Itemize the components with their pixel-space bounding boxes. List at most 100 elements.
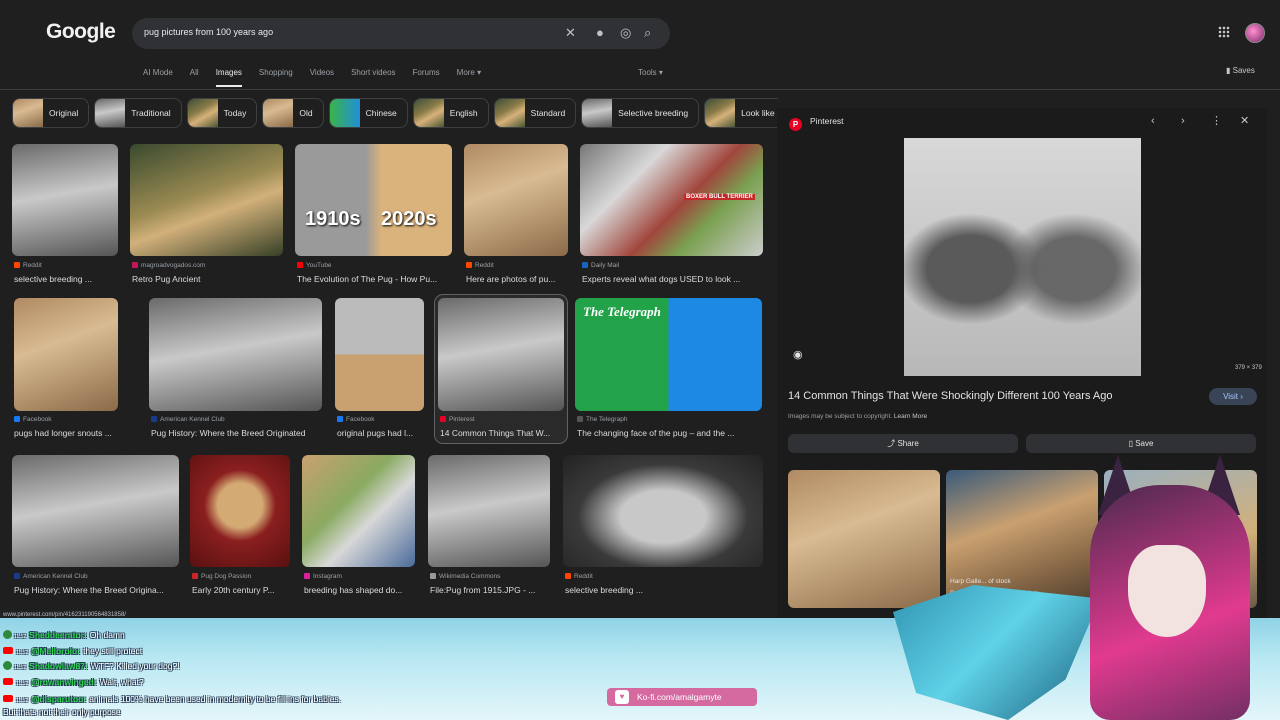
save-label: Save	[1135, 439, 1154, 448]
saves-button[interactable]: ▮ Saves	[1226, 66, 1255, 75]
share-button[interactable]: ⤴ Share	[788, 434, 1018, 453]
previous-icon[interactable]: ‹	[1151, 116, 1155, 127]
tab-images[interactable]: Images	[215, 68, 243, 87]
panel-source[interactable]: P Pinterest	[789, 116, 844, 131]
result-card[interactable]: BOXER BULL TERRIER Daily Mail Experts re…	[580, 144, 763, 286]
telegraph-logo: The Telegraph	[583, 304, 661, 319]
result-source: The Telegraph	[577, 416, 627, 423]
chip-thumbnail	[187, 99, 218, 127]
chip-traditional[interactable]: Traditional	[94, 98, 182, 128]
result-card[interactable]: The Telegraph The Telegraph The changing…	[575, 298, 763, 440]
chat-text: Oh damn	[89, 630, 125, 640]
kofi-cup-icon: ♥	[615, 690, 629, 704]
chip-english[interactable]: English	[412, 98, 489, 128]
tools-button[interactable]: Tools ▾	[638, 68, 663, 77]
tab-more[interactable]: More ▾	[457, 68, 481, 82]
microphone-icon[interactable]: ●	[596, 26, 604, 40]
result-card[interactable]: Pug Dog Passion Early 20th century P...	[190, 455, 292, 597]
result-source: Pug Dog Passion	[192, 573, 251, 580]
visit-button[interactable]: Visit ›	[1209, 388, 1257, 405]
result-source: YouTube	[297, 262, 332, 269]
pinterest-icon: P	[789, 118, 802, 131]
search-input[interactable]: pug pictures from 100 years ago	[144, 27, 273, 37]
copyright-note: Images may be subject to copyright. Lear…	[788, 413, 927, 420]
copyright-text: Images may be subject to copyright.	[788, 413, 893, 420]
result-card[interactable]: Reddit selective breeding ...	[12, 144, 118, 286]
saves-label: Saves	[1232, 66, 1255, 75]
chip-thumbnail	[582, 99, 613, 127]
result-image	[302, 455, 415, 567]
preview-image[interactable]	[904, 138, 1141, 376]
divider	[0, 89, 1280, 90]
search-box[interactable]: pug pictures from 100 years ago ✕ ● ◎ ⌕	[132, 18, 670, 49]
learn-more-link[interactable]: Learn More	[894, 413, 927, 420]
gamepad-icon	[3, 661, 12, 670]
tab-short-videos[interactable]: Short videos	[351, 68, 395, 82]
youtube-icon	[3, 678, 13, 685]
lens-icon[interactable]: ◉	[793, 348, 803, 361]
kofi-label: Ko-fi.com/amalgamyte	[637, 692, 722, 702]
chip-label: Look like	[741, 108, 775, 118]
chat-message: 11:52 @rowanwinged: Wait, what?	[3, 677, 144, 687]
kofi-banner[interactable]: ♥ Ko-fi.com/amalgamyte	[607, 688, 757, 706]
tab-videos[interactable]: Videos	[310, 68, 334, 82]
chat-text: But thats not their only purpose	[3, 707, 121, 717]
next-icon[interactable]: ›	[1181, 116, 1185, 127]
clear-icon[interactable]: ✕	[565, 26, 576, 40]
result-card[interactable]: 1910s 2020s YouTube The Evolution of The…	[295, 144, 452, 286]
chat-message: 11:52 Sheddeerator: Oh damn	[3, 630, 125, 640]
search-icon[interactable]: ⌕	[644, 26, 651, 40]
avatar[interactable]	[1245, 23, 1265, 43]
chip-label: Old	[299, 108, 313, 118]
result-card[interactable]: Facebook pugs had longer snouts ...	[12, 298, 120, 440]
result-title: Early 20th century P...	[192, 585, 275, 595]
result-card[interactable]: Reddit Here are photos of pu...	[464, 144, 568, 286]
tab-shopping[interactable]: Shopping	[259, 68, 293, 82]
chat-text: animals 100% have been used in modernity…	[89, 694, 342, 704]
tab-forums[interactable]: Forums	[413, 68, 440, 82]
chip-selective-breeding[interactable]: Selective breeding	[581, 98, 700, 128]
more-options-icon[interactable]: ⋮	[1211, 116, 1222, 127]
tab-all[interactable]: All	[190, 68, 199, 82]
chip-old[interactable]: Old	[262, 98, 324, 128]
result-source: Reddit	[14, 262, 42, 269]
result-source: American Kennel Club	[151, 416, 225, 423]
close-icon[interactable]: ✕	[1240, 116, 1249, 127]
result-card[interactable]: American Kennel Club Pug History: Where …	[12, 455, 180, 597]
result-card[interactable]: Instagram breeding has shaped do...	[302, 455, 416, 597]
result-source: Facebook	[14, 416, 52, 423]
apps-grid-icon[interactable]	[1218, 26, 1230, 38]
result-source: Daily Mail	[582, 262, 619, 269]
lens-icon[interactable]: ◎	[620, 26, 631, 40]
chip-original[interactable]: Original	[12, 98, 90, 128]
result-image	[12, 144, 118, 256]
google-logo[interactable]: Google	[46, 20, 116, 44]
chat-message: 11:52 Shadowlaw87: WTF? Killed your dog?!	[3, 661, 180, 671]
chip-standard[interactable]: Standard	[493, 98, 577, 128]
related-image[interactable]	[788, 470, 940, 608]
result-title: The changing face of the pug – and the .…	[577, 428, 735, 438]
result-image: 1910s 2020s	[295, 144, 452, 256]
tab-ai-mode[interactable]: AI Mode	[143, 68, 173, 82]
result-source: Instagram	[304, 573, 342, 580]
result-source: Wikimedia Commons	[430, 573, 500, 580]
chip-label: Original	[49, 108, 79, 118]
chat-time: 11:52	[14, 634, 27, 640]
result-title: pugs had longer snouts ...	[14, 428, 112, 438]
save-button[interactable]: ▯ Save	[1026, 434, 1256, 453]
result-card[interactable]: Facebook original pugs had l...	[335, 298, 425, 440]
result-card[interactable]: American Kennel Club Pug History: Where …	[149, 298, 323, 440]
chip-look-like[interactable]: Look like	[704, 98, 778, 128]
result-image	[149, 298, 322, 411]
result-card[interactable]: Wikimedia Commons File:Pug from 1915.JPG…	[428, 455, 551, 597]
chat-username: Sheddeerator:	[29, 630, 87, 640]
chip-chinese[interactable]: Chinese	[328, 98, 408, 128]
result-image	[464, 144, 568, 256]
result-card-selected[interactable]: Pinterest 14 Common Things That W...	[434, 294, 568, 444]
preview-title[interactable]: 14 Common Things That Were Shockingly Di…	[788, 390, 1113, 402]
result-card[interactable]: magroadvogados.com Retro Pug Ancient	[130, 144, 283, 286]
chat-time: 11:52	[16, 698, 29, 704]
chip-today[interactable]: Today	[186, 98, 258, 128]
result-image	[438, 298, 564, 411]
result-card[interactable]: Reddit selective breeding ...	[563, 455, 763, 597]
